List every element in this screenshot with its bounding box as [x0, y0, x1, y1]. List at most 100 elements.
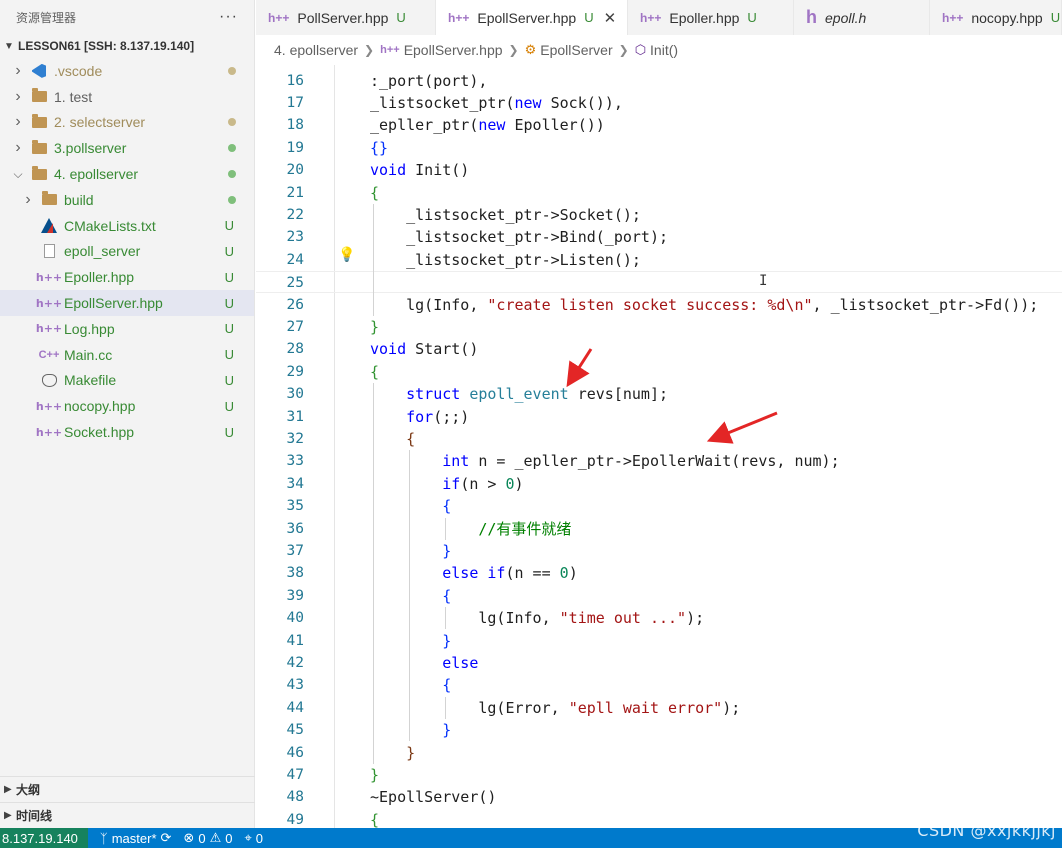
code-editor[interactable]: 16:_port(port), 17 _listsocket_ptr(new Soc…: [256, 65, 1062, 828]
tree-item[interactable]: Makefile U: [0, 368, 254, 394]
folder-icon: [30, 165, 48, 182]
outline-panel-header[interactable]: ▶ 大纲: [0, 776, 255, 802]
line-number: 32: [286, 430, 304, 447]
branch-indicator[interactable]: ᛉ master* ⟳: [100, 830, 172, 846]
tree-item-label: 2. selectserver: [54, 114, 146, 131]
remote-indicator[interactable]: 8.137.19.140: [0, 828, 88, 848]
code-text: {: [370, 809, 379, 828]
tab-epoller-hpp[interactable]: h++ Epoller.hpp U: [628, 0, 794, 35]
code-line: 31 for(;;): [256, 406, 1062, 428]
tab-epoll-h[interactable]: h epoll.h: [794, 0, 930, 35]
tree-item[interactable]: h++ Log.hpp U: [0, 316, 254, 342]
line-number: 31: [286, 408, 304, 425]
breadcrumb-method[interactable]: Init(): [650, 42, 678, 58]
timeline-panel-header[interactable]: ▶ 时间线: [0, 802, 255, 828]
problems-indicator[interactable]: ⊗ 0 ⚠ 0: [183, 830, 232, 846]
code-token: for: [406, 407, 434, 426]
tree-item[interactable]: C++ Main.cc U: [0, 342, 254, 368]
code-text: for(;;): [370, 406, 469, 428]
chevron-right-icon: ›: [25, 190, 31, 208]
tree-item-label: 3.pollserver: [54, 140, 127, 157]
git-branch-icon: ᛉ: [99, 830, 108, 846]
breadcrumb-folder[interactable]: 4. epollserver: [274, 42, 358, 58]
tree-item[interactable]: h++ Epoller.hpp U: [0, 264, 254, 290]
line-number: 47: [286, 766, 304, 783]
remote-host: 8.137.19.140: [2, 830, 78, 846]
line-number: 24: [286, 251, 304, 268]
tree-item[interactable]: › build: [0, 187, 254, 213]
code-text: {: [370, 361, 379, 383]
method-icon: ⬡: [634, 42, 647, 57]
tree-item[interactable]: CMakeLists.txt U: [0, 213, 254, 239]
chevron-down-icon: ▼: [4, 40, 14, 52]
indent-guide: [373, 383, 374, 764]
outline-label: 大纲: [16, 783, 41, 797]
tree-item[interactable]: ⌵ 4. epollserver: [0, 161, 254, 187]
tab-nocopy-hpp[interactable]: h++ nocopy.hpp U: [930, 0, 1062, 35]
lightbulb-icon[interactable]: 💡: [338, 247, 355, 263]
sync-icon[interactable]: ⟳: [161, 830, 172, 846]
code-token: 0: [505, 474, 515, 493]
code-token: ~EpollServer(): [370, 788, 497, 807]
code-token: {: [370, 183, 380, 202]
line-number: 29: [286, 363, 304, 380]
more-actions-icon[interactable]: ···: [219, 8, 238, 26]
tree-item-label: nocopy.hpp: [64, 398, 136, 415]
code-line: 27}: [256, 316, 1062, 338]
code-token: {: [442, 586, 452, 605]
branch-name: master*: [111, 830, 157, 846]
c-header-icon: h: [806, 7, 817, 27]
code-text: :_port(port),: [370, 70, 487, 92]
tree-item[interactable]: epoll_server U: [0, 239, 254, 265]
indent-guide: [373, 203, 374, 316]
folder-icon: [30, 139, 48, 156]
tab-label: nocopy.hpp: [971, 9, 1043, 26]
code-text: {: [370, 585, 451, 607]
ports-indicator[interactable]: ⌖ 0: [244, 830, 263, 846]
code-token: }: [442, 541, 452, 560]
code-text: if(n > 0): [370, 473, 523, 495]
explorer-title: 资源管理器: [16, 10, 77, 25]
tab-epollserver-hpp[interactable]: h++ EpollServer.hpp U ✕: [436, 0, 628, 35]
tree-item[interactable]: › 3.pollserver: [0, 135, 254, 161]
cpp-header-icon: h++: [35, 322, 63, 336]
code-text: _listsocket_ptr->Listen();: [370, 249, 641, 271]
tree-item[interactable]: › .vscode: [0, 58, 254, 84]
code-line: 38 else if(n == 0): [256, 562, 1062, 584]
workspace-root[interactable]: ▼ LESSON61 [SSH: 8.137.19.140]: [0, 34, 254, 58]
code-token: (n ==: [505, 564, 560, 583]
timeline-label: 时间线: [16, 809, 53, 823]
tab-label: PollServer.hpp: [297, 9, 389, 26]
breadcrumb-file[interactable]: EpollServer.hpp: [404, 42, 503, 58]
tree-item[interactable]: h++ EpollServer.hpp U: [0, 290, 254, 316]
code-token: Sock()),: [541, 93, 623, 112]
breadcrumb-class[interactable]: EpollServer: [540, 42, 612, 58]
cpp-header-icon: h++: [942, 10, 964, 25]
code-token: :_port(port),: [370, 71, 488, 90]
untracked-badge: U: [224, 243, 234, 259]
line-number: 49: [286, 811, 304, 828]
code-token: {: [406, 429, 416, 448]
close-icon[interactable]: ✕: [604, 9, 617, 27]
code-text: _listsocket_ptr->Bind(_port);: [370, 226, 668, 248]
chevron-right-icon: ›: [15, 87, 21, 105]
tree-item[interactable]: › 1. test: [0, 84, 254, 110]
tab-label: EpollServer.hpp: [477, 9, 577, 26]
code-line: 34 if(n > 0): [256, 473, 1062, 495]
tree-item[interactable]: › 2. selectserver: [0, 110, 254, 136]
cpp-header-icon: h++: [268, 10, 290, 25]
line-number: 40: [286, 610, 304, 627]
tree-item[interactable]: h++ Socket.hpp U: [0, 419, 254, 445]
status-dot: [228, 66, 236, 75]
tree-item[interactable]: h++ nocopy.hpp U: [0, 393, 254, 419]
tab-pollserver-hpp[interactable]: h++ PollServer.hpp U: [256, 0, 436, 35]
code-token: {}: [370, 138, 389, 157]
code-token: Epoller()): [505, 116, 605, 135]
